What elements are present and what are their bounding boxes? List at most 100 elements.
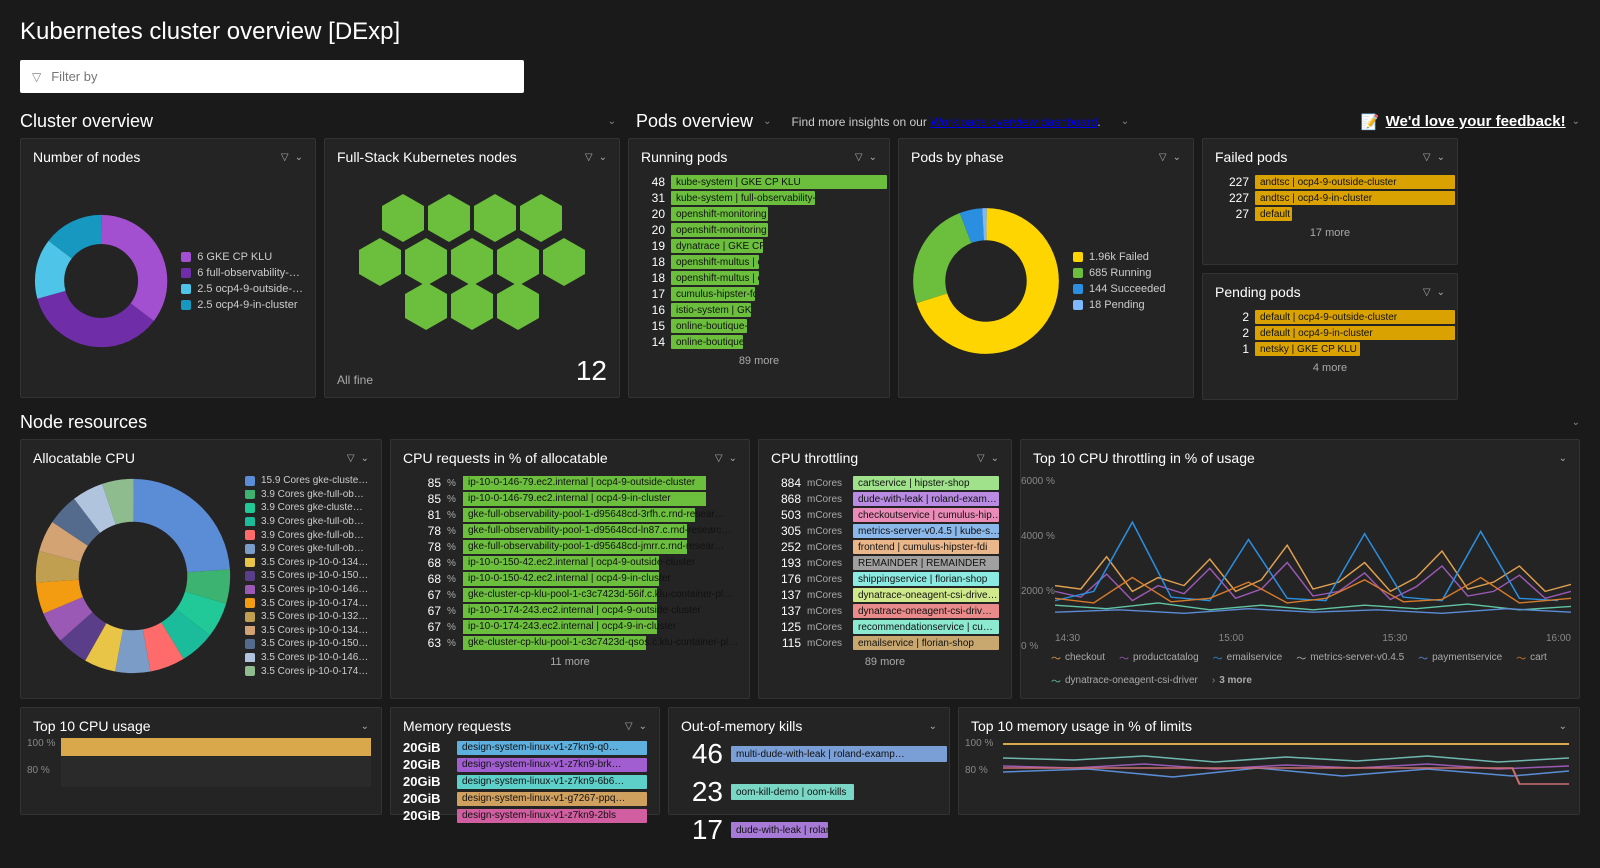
list-item[interactable]: 20openshift-monitoring | ocp4-9-in-clust… xyxy=(641,207,877,221)
list-item[interactable]: 20GiBdesign-system-linux-v1-z7kn9-2bls xyxy=(403,808,647,823)
filter-icon[interactable]: ▽ xyxy=(625,721,633,732)
line-icon: 〜 xyxy=(1296,650,1306,665)
filter-icon[interactable]: ▽ xyxy=(715,453,723,464)
more-link[interactable]: 89 more xyxy=(771,656,999,668)
filter-icon[interactable]: ▽ xyxy=(347,453,355,464)
chevron-down-icon[interactable]: ⌄ xyxy=(1572,116,1580,127)
chevron-down-icon[interactable]: ⌄ xyxy=(639,721,647,732)
list-item[interactable]: 16istio-system | GKE CP KLU xyxy=(641,303,877,317)
filter-icon[interactable]: ▽ xyxy=(1159,152,1167,163)
list-item[interactable]: 19dynatrace | GKE CP KLU xyxy=(641,239,877,253)
list-item[interactable]: 193mCoresREMAINDER | REMAINDER xyxy=(771,556,999,570)
list-item[interactable]: 115mCoresemailservice | florian-shop xyxy=(771,636,999,650)
chevron-down-icon[interactable]: ⌄ xyxy=(1121,116,1129,127)
list-item[interactable]: 67%ip-10-0-174-243.ec2.internal | ocp4-9… xyxy=(403,604,737,618)
ytick: 80 % xyxy=(27,765,55,776)
bar-label: netsky | GKE CP KLU xyxy=(1255,342,1360,356)
list-item[interactable]: 868mCoresdude-with-leak | roland-exam… xyxy=(771,492,999,506)
count: 27 xyxy=(1215,207,1249,221)
list-item[interactable]: 27default | ocp4-9-outside-cluster xyxy=(1215,207,1445,221)
list-item[interactable]: 18openshift-multus | ocp4-9-in-cluster xyxy=(641,255,877,269)
list-item[interactable]: 17cumulus-hipster-fdi | GKE CP KLU xyxy=(641,287,877,301)
list-item[interactable]: 227andtsc | ocp4-9-outside-cluster xyxy=(1215,175,1445,189)
list-item[interactable]: 67%gke-cluster-cp-klu-pool-1-c3c7423d-56… xyxy=(403,588,737,602)
list-item[interactable]: 17dude-with-leak | roland-example-ns xyxy=(681,814,937,846)
list-item[interactable]: 78%gke-full-observability-pool-1-d95648c… xyxy=(403,540,737,554)
workloads-link[interactable]: Workloads overview dashboard xyxy=(930,115,1097,129)
bar-label: ip-10-0-150-42.ec2.internal | ocp4-9-out… xyxy=(468,556,695,570)
list-item[interactable]: 68%ip-10-0-150-42.ec2.internal | ocp4-9-… xyxy=(403,572,737,586)
list-item[interactable]: 305mCoresmetrics-server-v0.4.5 | kube-s… xyxy=(771,524,999,538)
list-item[interactable]: 63%gke-cluster-cp-klu-pool-1-c3c7423d-qs… xyxy=(403,636,737,650)
filter-box[interactable]: ▽ xyxy=(20,60,524,93)
chevron-down-icon[interactable]: ⌄ xyxy=(929,721,937,732)
more-link[interactable]: ›3 more xyxy=(1212,673,1252,688)
more-link[interactable]: 11 more xyxy=(403,656,737,668)
filter-icon[interactable]: ▽ xyxy=(977,453,985,464)
list-item[interactable]: 20openshift-monitoring | ocp4-9-outside… xyxy=(641,223,877,237)
card-title: Full-Stack Kubernetes nodes xyxy=(337,149,517,165)
chevron-down-icon[interactable]: ⌄ xyxy=(763,116,771,127)
filter-icon[interactable]: ▽ xyxy=(1423,287,1431,298)
filter-icon[interactable]: ▽ xyxy=(1423,152,1431,163)
chevron-down-icon[interactable]: ⌄ xyxy=(869,152,877,163)
legend-item: 3.5 Cores ip-10-0-134… xyxy=(245,558,368,568)
list-item[interactable]: 2default | ocp4-9-in-cluster xyxy=(1215,326,1445,340)
list-item[interactable]: 227andtsc | ocp4-9-in-cluster xyxy=(1215,191,1445,205)
chevron-down-icon[interactable]: ⌄ xyxy=(1437,287,1445,298)
filter-input[interactable] xyxy=(49,68,512,85)
list-item[interactable]: 68%ip-10-0-150-42.ec2.internal | ocp4-9-… xyxy=(403,556,737,570)
chevron-down-icon[interactable]: ⌄ xyxy=(599,152,607,163)
chevron-down-icon[interactable]: ⌄ xyxy=(729,453,737,464)
legend-swatch xyxy=(245,666,255,676)
more-link[interactable]: 17 more xyxy=(1215,227,1445,239)
list-item[interactable]: 23oom-kill-demo | oom-kills xyxy=(681,776,937,808)
chevron-down-icon[interactable]: ⌄ xyxy=(1173,152,1181,163)
list-item[interactable]: 503mCorescheckoutservice | cumulus-hip… xyxy=(771,508,999,522)
chevron-down-icon[interactable]: ⌄ xyxy=(608,116,616,127)
chevron-down-icon[interactable]: ⌄ xyxy=(361,453,369,464)
list-item[interactable]: 46multi-dude-with-leak | roland-examp… xyxy=(681,738,937,770)
filter-icon[interactable]: ▽ xyxy=(855,152,863,163)
list-item[interactable]: 31kube-system | full-observability-gke xyxy=(641,191,877,205)
list-item[interactable]: 78%gke-full-observability-pool-1-d95648c… xyxy=(403,524,737,538)
list-item[interactable]: 884mCorescartservice | hipster-shop xyxy=(771,476,999,490)
chevron-down-icon[interactable]: ⌄ xyxy=(1572,417,1580,428)
list-item[interactable]: 2default | ocp4-9-outside-cluster xyxy=(1215,310,1445,324)
list-item[interactable]: 18openshift-multus | ocp4-9-outside-clu… xyxy=(641,271,877,285)
more-link[interactable]: 89 more xyxy=(641,355,877,367)
filter-icon[interactable]: ▽ xyxy=(281,152,289,163)
count: 15 xyxy=(641,319,665,333)
chevron-down-icon[interactable]: ⌄ xyxy=(1559,453,1567,464)
list-item[interactable]: 20GiBdesign-system-linux-v1-g7267-ppq… xyxy=(403,791,647,806)
legend-item: 3.9 Cores gke-full-ob… xyxy=(245,490,368,500)
filter-icon[interactable]: ▽ xyxy=(585,152,593,163)
list-item[interactable]: 1netsky | GKE CP KLU xyxy=(1215,342,1445,356)
list-item[interactable]: 14online-boutique | full-observability-g… xyxy=(641,335,877,349)
chevron-down-icon[interactable]: ⌄ xyxy=(1559,721,1567,732)
list-item[interactable]: 20GiBdesign-system-linux-v1-z7kn9-6b6… xyxy=(403,774,647,789)
more-link[interactable]: 4 more xyxy=(1215,362,1445,374)
feedback-link[interactable]: We'd love your feedback! xyxy=(1386,113,1566,130)
bar-label: andtsc | ocp4-9-in-cluster xyxy=(1255,191,1455,205)
list-item[interactable]: 252mCoresfrontend | cumulus-hipster-fdi xyxy=(771,540,999,554)
list-item[interactable]: 15online-boutique-stable | full-observab… xyxy=(641,319,877,333)
list-item[interactable]: 176mCoresshippingservice | florian-shop xyxy=(771,572,999,586)
chevron-down-icon[interactable]: ⌄ xyxy=(1437,152,1445,163)
list-item[interactable]: 85%ip-10-0-146-79.ec2.internal | ocp4-9-… xyxy=(403,492,737,506)
list-item[interactable]: 20GiBdesign-system-linux-v1-z7kn9-q0… xyxy=(403,740,647,755)
list-item[interactable]: 125mCoresrecommendationservice | cu… xyxy=(771,620,999,634)
list-item[interactable]: 85%ip-10-0-146-79.ec2.internal | ocp4-9-… xyxy=(403,476,737,490)
list-item[interactable]: 81%gke-full-observability-pool-1-d95648c… xyxy=(403,508,737,522)
list-item[interactable]: 20GiBdesign-system-linux-v1-z7kn9-brk… xyxy=(403,757,647,772)
list-item[interactable]: 67%ip-10-0-174-243.ec2.internal | ocp4-9… xyxy=(403,620,737,634)
chevron-down-icon[interactable]: ⌄ xyxy=(991,453,999,464)
chevron-down-icon[interactable]: ⌄ xyxy=(295,152,303,163)
chevron-down-icon[interactable]: ⌄ xyxy=(361,721,369,732)
list-item[interactable]: 137mCoresdynatrace-oneagent-csi-drive… xyxy=(771,588,999,602)
bar-label: gke-cluster-cp-klu-pool-1-c3c7423d-qsos.… xyxy=(468,636,737,650)
value: 78 xyxy=(403,524,441,538)
list-item[interactable]: 48kube-system | GKE CP KLU xyxy=(641,175,877,189)
legend-swatch xyxy=(181,284,191,294)
list-item[interactable]: 137mCoresdynatrace-oneagent-csi-driv… xyxy=(771,604,999,618)
